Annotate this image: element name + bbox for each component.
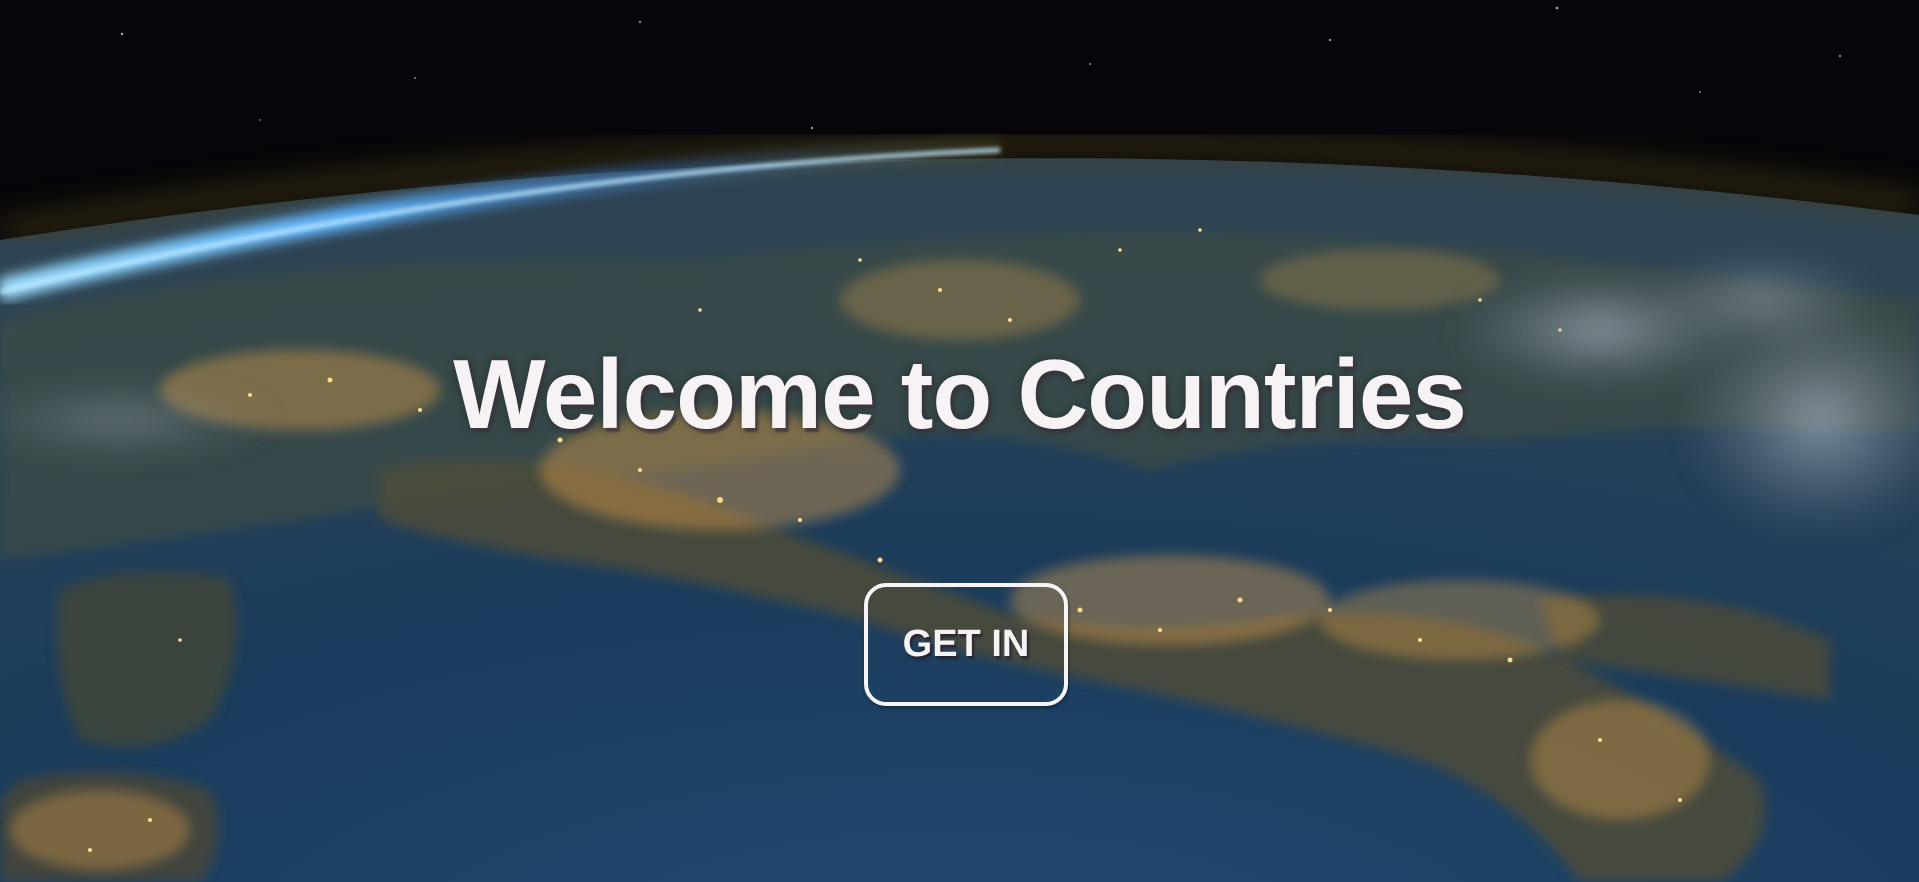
hero-title: Welcome to Countries [453,339,1467,449]
get-in-button[interactable]: GET IN [864,583,1068,706]
hero-content: Welcome to Countries GET IN [0,0,1919,882]
hero-section: Welcome to Countries GET IN [0,0,1919,882]
